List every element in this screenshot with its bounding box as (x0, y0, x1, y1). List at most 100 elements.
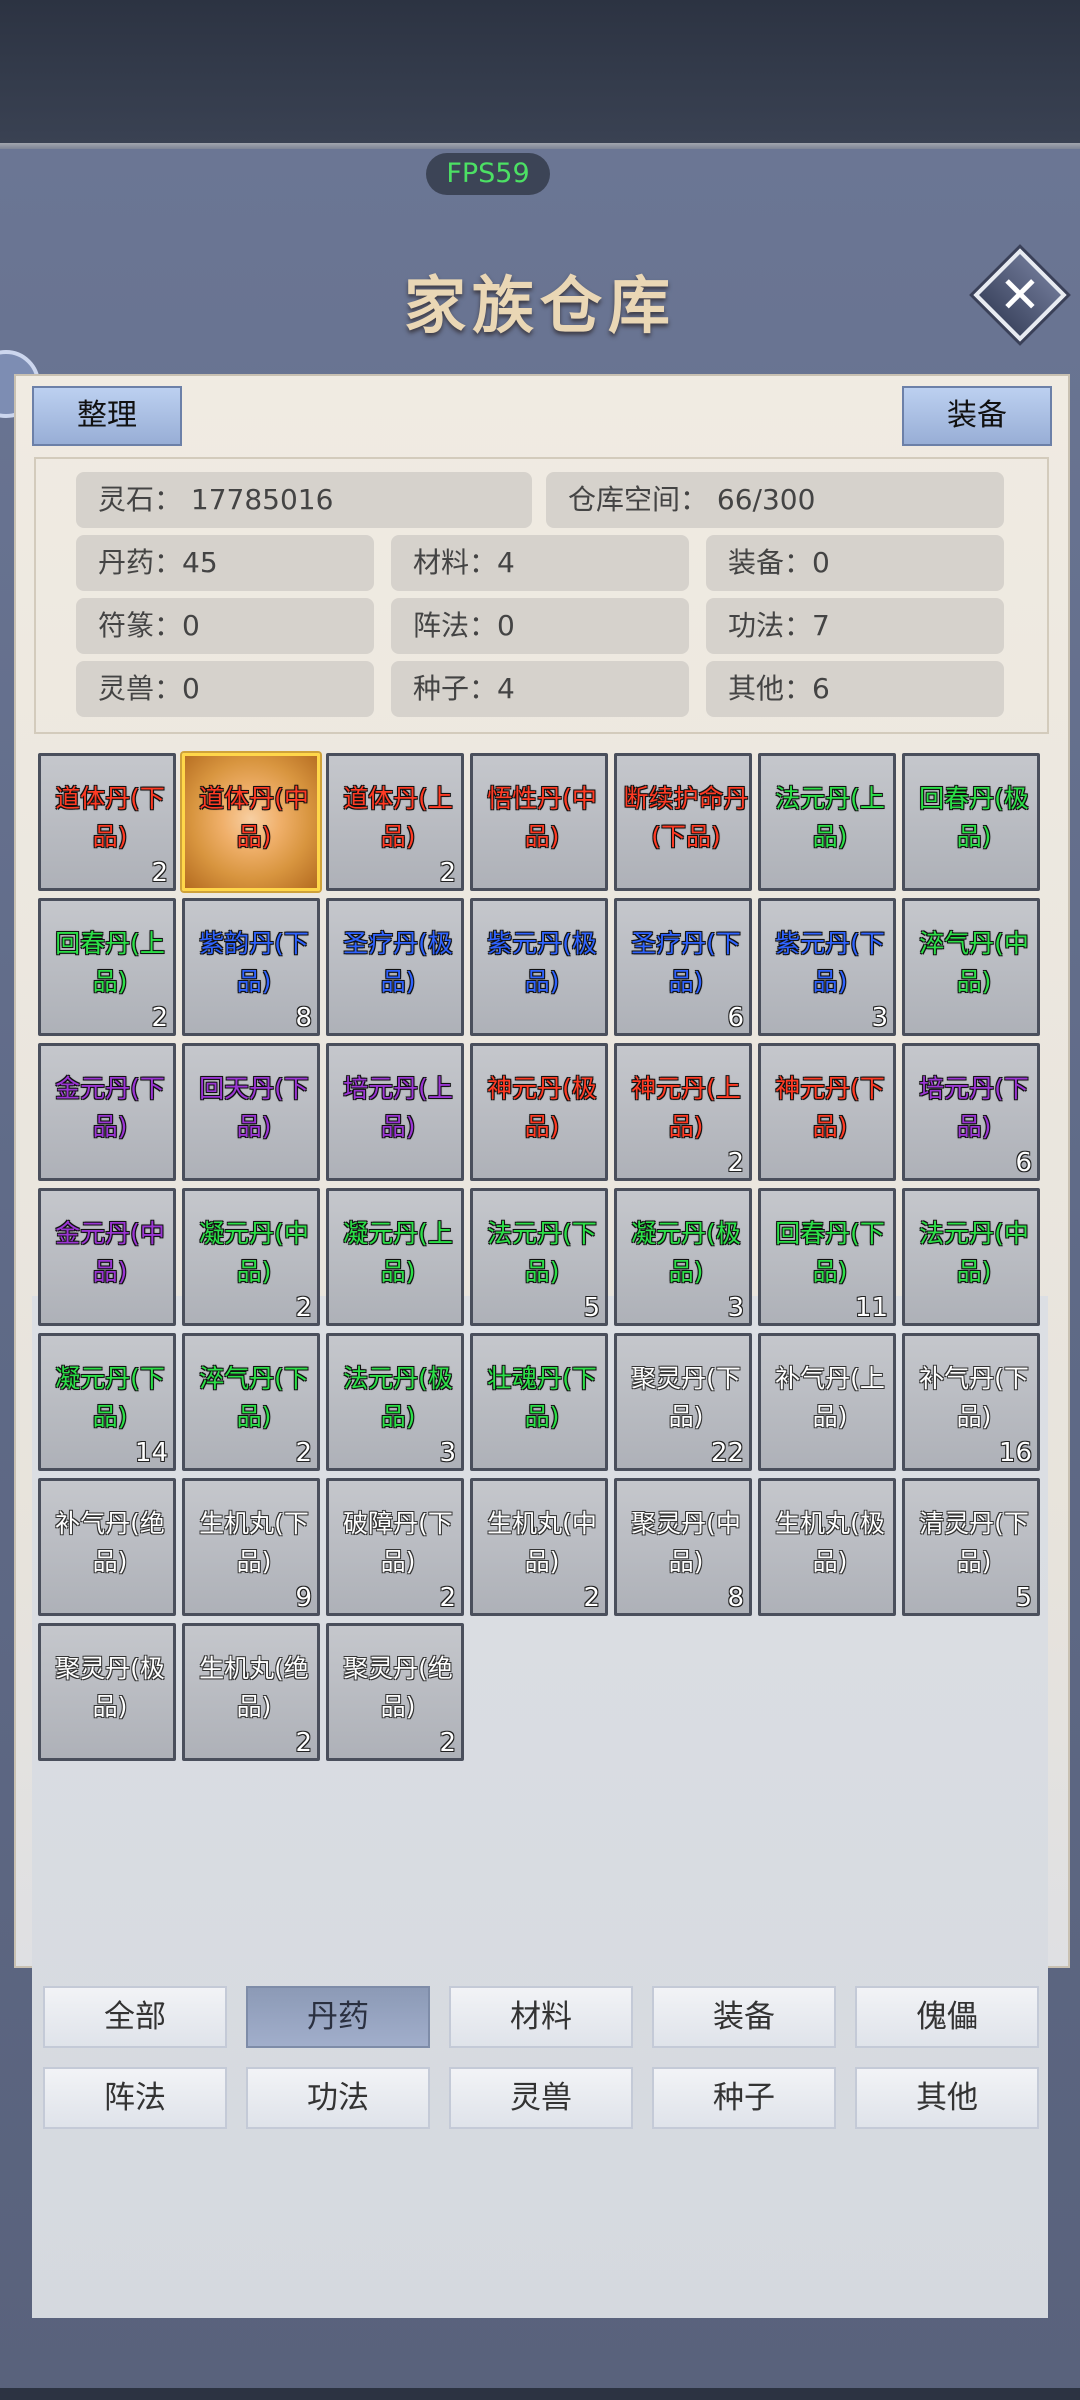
item-cell[interactable]: 紫元丹(下品) 3 (758, 898, 896, 1036)
item-name: 回春丹(下品) (775, 1219, 885, 1286)
item-cell[interactable]: 生机丸(下品) 9 (182, 1478, 320, 1616)
item-cell[interactable]: 断续护命丹(下品) (614, 753, 752, 891)
item-cell[interactable]: 聚灵丹(极品) (38, 1623, 176, 1761)
stat-formations: 阵法：0 (391, 598, 689, 654)
stat-techniques: 功法：7 (706, 598, 1004, 654)
sort-button[interactable]: 整理 (32, 386, 182, 446)
item-cell[interactable]: 聚灵丹(绝品) 2 (326, 1623, 464, 1761)
item-cell[interactable]: 道体丹(上品) 2 (326, 753, 464, 891)
item-cell[interactable]: 聚灵丹(中品) 8 (614, 1478, 752, 1616)
item-cell[interactable]: 补气丹(绝品) (38, 1478, 176, 1616)
item-cell[interactable]: 法元丹(下品) 5 (470, 1188, 608, 1326)
item-name: 培元丹(上品) (343, 1074, 453, 1141)
item-cell[interactable]: 金元丹(下品) (38, 1043, 176, 1181)
item-name: 破障丹(下品) (343, 1509, 453, 1576)
stat-storage-space: 仓库空间： 66/300 (546, 472, 1004, 528)
item-cell[interactable]: 凝元丹(中品) 2 (182, 1188, 320, 1326)
item-cell[interactable]: 壮魂丹(下品) (470, 1333, 608, 1471)
item-cell[interactable]: 回天丹(下品) (182, 1043, 320, 1181)
item-cell[interactable]: 补气丹(上品) (758, 1333, 896, 1471)
equip-button[interactable]: 装备 (902, 386, 1052, 446)
item-cell[interactable]: 清灵丹(下品) 5 (902, 1478, 1040, 1616)
item-cell[interactable]: 聚灵丹(下品) 22 (614, 1333, 752, 1471)
item-name: 圣疗丹(下品) (631, 929, 741, 996)
stat-beasts: 灵兽：0 (76, 661, 374, 717)
item-name: 聚灵丹(绝品) (343, 1654, 453, 1721)
item-cell[interactable]: 回春丹(下品) 11 (758, 1188, 896, 1326)
item-cell[interactable]: 生机丸(中品) 2 (470, 1478, 608, 1616)
item-cell[interactable]: 紫韵丹(下品) 8 (182, 898, 320, 1036)
category-tab[interactable]: 灵兽 (449, 2067, 633, 2129)
stat-seeds: 种子：4 (391, 661, 689, 717)
item-name: 法元丹(上品) (775, 784, 885, 851)
category-tab[interactable]: 材料 (449, 1986, 633, 2048)
item-cell[interactable]: 法元丹(中品) (902, 1188, 1040, 1326)
category-tab[interactable]: 其他 (855, 2067, 1039, 2129)
item-count: 3 (871, 1003, 888, 1033)
category-tab[interactable]: 丹药 (246, 1986, 430, 2048)
item-cell[interactable]: 金元丹(中品) (38, 1188, 176, 1326)
item-count: 3 (727, 1293, 744, 1323)
item-name: 凝元丹(上品) (343, 1219, 453, 1286)
item-cell[interactable]: 回春丹(极品) (902, 753, 1040, 891)
stat-materials: 材料：4 (391, 535, 689, 591)
item-cell[interactable]: 回春丹(上品) 2 (38, 898, 176, 1036)
category-tab[interactable]: 功法 (246, 2067, 430, 2129)
item-name: 回天丹(下品) (199, 1074, 309, 1141)
item-name: 法元丹(中品) (919, 1219, 1029, 1286)
item-count: 6 (1015, 1148, 1032, 1178)
category-tab[interactable]: 全部 (43, 1986, 227, 2048)
item-name: 凝元丹(中品) (199, 1219, 309, 1286)
item-name: 聚灵丹(下品) (631, 1364, 741, 1431)
item-cell[interactable]: 法元丹(上品) (758, 753, 896, 891)
item-count: 5 (583, 1293, 600, 1323)
item-cell[interactable]: 淬气丹(下品) 2 (182, 1333, 320, 1471)
item-name: 生机丸(绝品) (199, 1654, 309, 1721)
item-cell[interactable]: 凝元丹(上品) (326, 1188, 464, 1326)
category-tab[interactable]: 傀儡 (855, 1986, 1039, 2048)
item-count: 14 (134, 1438, 168, 1468)
category-tab[interactable]: 装备 (652, 1986, 836, 2048)
item-name: 补气丹(绝品) (55, 1509, 165, 1576)
item-cell[interactable]: 凝元丹(极品) 3 (614, 1188, 752, 1326)
item-cell[interactable]: 培元丹(下品) 6 (902, 1043, 1040, 1181)
item-count: 2 (439, 1728, 456, 1758)
category-tab[interactable]: 阵法 (43, 2067, 227, 2129)
top-status-band (0, 0, 1080, 145)
fps-counter: FPS59 (426, 153, 550, 195)
item-cell[interactable]: 淬气丹(中品) (902, 898, 1040, 1036)
item-cell[interactable]: 神元丹(上品) 2 (614, 1043, 752, 1181)
stat-pills: 丹药：45 (76, 535, 374, 591)
item-cell[interactable]: 圣疗丹(下品) 6 (614, 898, 752, 1036)
item-name: 淬气丹(中品) (919, 929, 1029, 996)
item-count: 5 (1015, 1583, 1032, 1613)
item-name: 凝元丹(下品) (55, 1364, 165, 1431)
item-name: 淬气丹(下品) (199, 1364, 309, 1431)
item-cell[interactable]: 圣疗丹(极品) (326, 898, 464, 1036)
item-cell[interactable]: 凝元丹(下品) 14 (38, 1333, 176, 1471)
item-count: 9 (295, 1583, 312, 1613)
item-cell[interactable]: 培元丹(上品) (326, 1043, 464, 1181)
stat-others: 其他：6 (706, 661, 1004, 717)
item-cell[interactable]: 生机丸(绝品) 2 (182, 1623, 320, 1761)
item-count: 2 (295, 1438, 312, 1468)
item-cell[interactable]: 紫元丹(极品) (470, 898, 608, 1036)
item-cell[interactable]: 破障丹(下品) 2 (326, 1478, 464, 1616)
category-tab[interactable]: 种子 (652, 2067, 836, 2129)
item-cell[interactable]: 神元丹(下品) (758, 1043, 896, 1181)
item-name: 聚灵丹(极品) (55, 1654, 165, 1721)
item-cell[interactable]: 道体丹(中品) (182, 753, 320, 891)
item-count: 2 (151, 858, 168, 888)
item-name: 道体丹(中品) (199, 784, 309, 851)
item-count: 3 (439, 1438, 456, 1468)
item-cell[interactable]: 悟性丹(中品) (470, 753, 608, 891)
item-count: 2 (583, 1583, 600, 1613)
item-cell[interactable]: 道体丹(下品) 2 (38, 753, 176, 891)
item-cell[interactable]: 法元丹(极品) 3 (326, 1333, 464, 1471)
item-name: 道体丹(上品) (343, 784, 453, 851)
item-cell[interactable]: 补气丹(下品) 16 (902, 1333, 1040, 1471)
item-count: 8 (727, 1583, 744, 1613)
item-cell[interactable]: 神元丹(极品) (470, 1043, 608, 1181)
item-name: 神元丹(上品) (631, 1074, 741, 1141)
item-cell[interactable]: 生机丸(极品) (758, 1478, 896, 1616)
